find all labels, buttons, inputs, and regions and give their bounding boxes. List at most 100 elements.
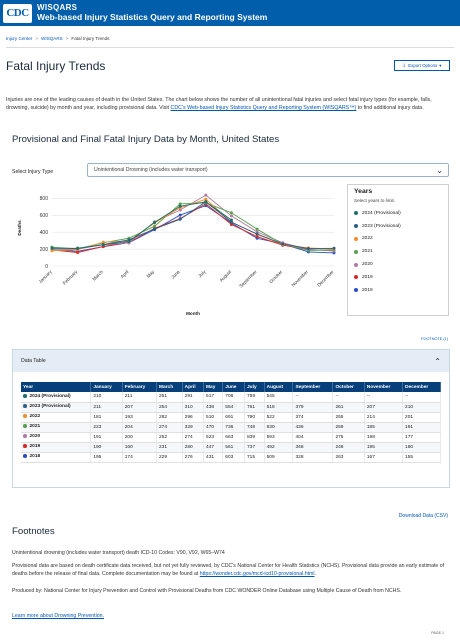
data-point[interactable] xyxy=(153,220,157,224)
y-tick-label: 800 xyxy=(40,196,49,202)
table-row: 2023 (Provisional) 211 207 254 310 438 554 761 5… xyxy=(21,402,441,413)
injury-type-select[interactable]: Unintentional Drowning (includes water t… xyxy=(87,163,449,177)
table-cell: 198 xyxy=(364,432,404,443)
table-cell: 207 xyxy=(364,402,404,413)
table-cell: 231 xyxy=(156,442,183,453)
breadcrumb-current: Fatal Injury Trends xyxy=(71,36,110,41)
data-point[interactable] xyxy=(281,242,285,246)
table-row: 2021 223 204 274 329 470 736 748 630 436 259 185 191 xyxy=(21,422,441,433)
table-cell: 554 xyxy=(222,402,246,413)
legend-item[interactable]: 2021 xyxy=(354,245,442,258)
table-cell: -- xyxy=(332,392,365,403)
table-row: 2018 195 174 229 276 431 603 715 509 328 263 167 155 xyxy=(21,452,441,463)
table-cell: 274 xyxy=(156,422,183,433)
table-cell: 210 xyxy=(402,402,441,413)
download-csv-link[interactable]: Download Data (CSV) xyxy=(399,513,448,519)
x-tick-label: April xyxy=(120,269,130,279)
data-point[interactable] xyxy=(178,217,182,221)
table-cell: 715 xyxy=(244,452,265,463)
x-tick-label: September xyxy=(238,269,258,289)
breadcrumb-injury-center[interactable]: Injury Center xyxy=(6,36,32,41)
breadcrumb: Injury Center > WISQARS > Fatal Injury Trend… xyxy=(6,36,110,41)
data-point[interactable] xyxy=(229,214,233,218)
table-cell: 195 xyxy=(90,452,123,463)
table-year-cell: 2019 xyxy=(21,442,92,453)
export-options-button[interactable]: ⇩ Export Options ▾ xyxy=(394,60,450,71)
table-cell: -- xyxy=(402,392,441,403)
table-cell: 195 xyxy=(364,442,404,453)
table-cell: 436 xyxy=(292,422,334,433)
data-point[interactable] xyxy=(332,246,336,250)
legend-item[interactable]: 2020 xyxy=(354,258,442,271)
table-cell: 839 xyxy=(244,432,265,443)
table-cell: 561 xyxy=(222,442,246,453)
legend-item[interactable]: 2019 xyxy=(354,271,442,284)
data-point[interactable] xyxy=(153,227,157,231)
table-cell: 404 xyxy=(292,432,334,443)
series-color-dot xyxy=(23,394,27,398)
data-point[interactable] xyxy=(178,204,182,208)
series-line xyxy=(51,201,232,249)
table-cell: 296 xyxy=(182,412,205,423)
data-point[interactable] xyxy=(76,246,80,250)
y-tick-label: 0 xyxy=(45,264,48,270)
wisqars-link[interactable]: CDC's Web-based Injury Statistics Query … xyxy=(171,105,357,111)
series-line xyxy=(51,201,335,249)
data-point[interactable] xyxy=(229,211,233,215)
data-point[interactable] xyxy=(255,227,259,231)
table-cell: 329 xyxy=(182,422,205,433)
data-point[interactable] xyxy=(101,243,105,247)
table-header-cell: April xyxy=(182,382,205,392)
table-cell: 509 xyxy=(264,452,294,463)
download-icon: ⇩ xyxy=(402,62,407,68)
data-point[interactable] xyxy=(204,200,208,204)
table-cell: 181 xyxy=(90,412,123,423)
wonder-provisional-link[interactable]: https://wonder.cdc.gov/mcd-icd10-provisi… xyxy=(200,571,315,577)
page-title: Fatal Injury Trends xyxy=(6,59,106,73)
data-point[interactable] xyxy=(178,213,182,217)
table-header-cell: September xyxy=(292,382,334,392)
x-axis-label: Month xyxy=(186,311,200,316)
breadcrumb-wisqars[interactable]: WISQARS xyxy=(41,36,63,41)
data-point[interactable] xyxy=(255,232,259,236)
legend-dot xyxy=(354,249,358,254)
table-header-cell: October xyxy=(332,382,365,392)
series-color-dot xyxy=(23,424,27,428)
table-header-cell: Year xyxy=(21,382,92,392)
table-row: 2022 181 193 282 296 510 691 790 522 374 255 214 201 xyxy=(21,412,441,423)
data-point[interactable] xyxy=(127,239,131,243)
y-axis-label: Deaths xyxy=(17,220,22,236)
y-tick-label: 200 xyxy=(40,247,49,253)
data-point[interactable] xyxy=(229,218,233,222)
table-header-cell: August xyxy=(264,382,294,392)
data-point[interactable] xyxy=(50,246,54,250)
legend-item[interactable]: 2022 xyxy=(354,233,442,246)
data-point[interactable] xyxy=(153,224,157,228)
data-point[interactable] xyxy=(204,193,208,197)
data-point[interactable] xyxy=(76,250,80,254)
series-line xyxy=(51,198,335,252)
data-table-toggle[interactable]: Data Table ⌃ xyxy=(13,350,449,372)
table-cell: 190 xyxy=(90,442,123,453)
table-cell: 545 xyxy=(264,392,294,403)
table-cell: 210 xyxy=(90,392,123,403)
table-cell: 255 xyxy=(332,412,365,423)
x-tick-label: November xyxy=(291,269,310,288)
learn-more-drowning-link[interactable]: Learn more about Drowning Prevention. xyxy=(12,613,104,619)
legend-item[interactable]: 2023 (Provisional) xyxy=(354,220,442,233)
table-cell: 759 xyxy=(244,392,265,403)
cdc-logo[interactable]: CDC xyxy=(3,3,32,23)
table-cell: 204 xyxy=(122,422,158,433)
table-row: 2024 (Provisional) 210 211 251 291 517 708 759 5… xyxy=(21,392,441,403)
legend-item[interactable]: 2024 (Provisional) xyxy=(354,207,442,220)
footnotes-title: Footnotes xyxy=(12,526,55,537)
table-cell: 510 xyxy=(203,412,224,423)
table-cell: 180 xyxy=(402,442,441,453)
footnote-ref-link[interactable]: FOOTNOTE (1) xyxy=(421,337,448,341)
data-point[interactable] xyxy=(306,247,310,251)
top-banner: CDC WISQARS Web-based Injury Statistics … xyxy=(0,0,460,26)
legend-item[interactable]: 2018 xyxy=(354,284,442,297)
table-cell: 291 xyxy=(182,392,205,403)
table-header-cell: December xyxy=(402,382,441,392)
chevron-up-icon: ⌃ xyxy=(434,356,441,366)
